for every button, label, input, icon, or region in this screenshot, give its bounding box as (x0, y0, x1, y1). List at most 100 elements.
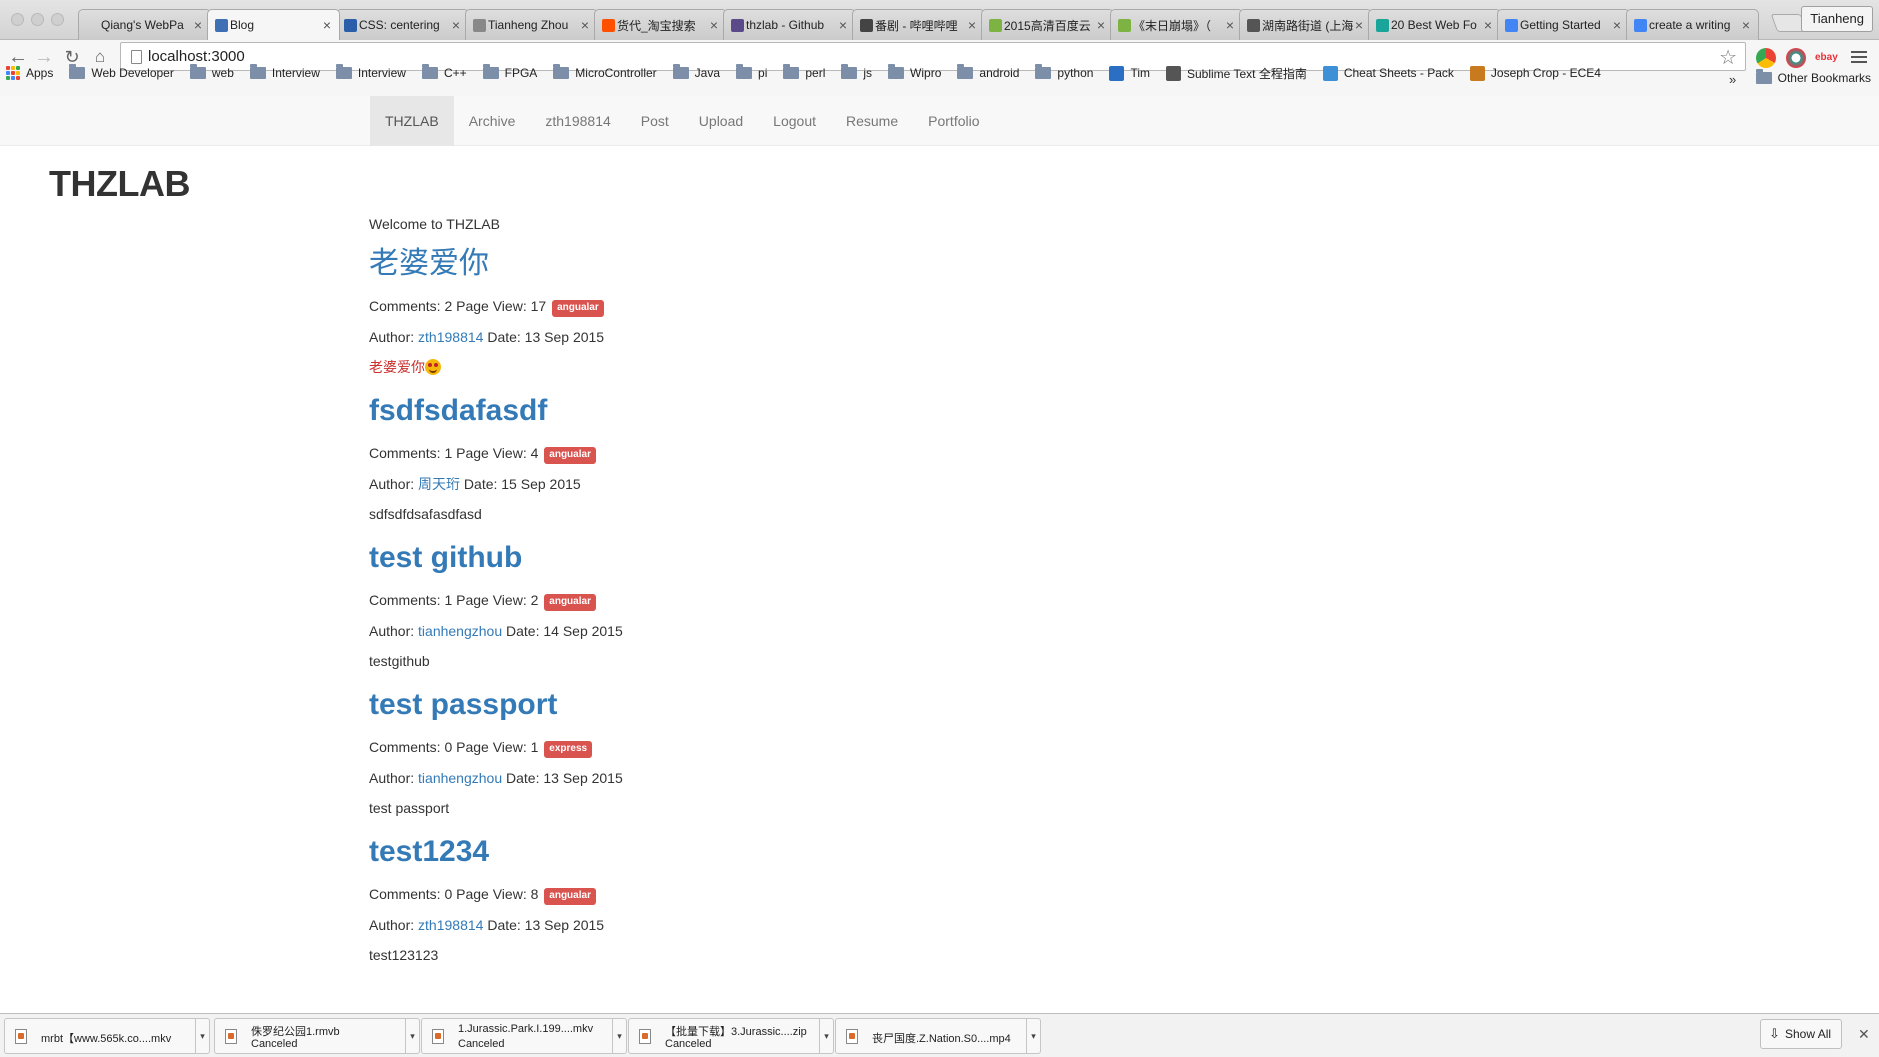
tag-badge[interactable]: angualar (544, 888, 596, 905)
post-title-link[interactable]: fsdfsdafasdf (369, 393, 1269, 429)
tab-close-icon[interactable]: × (192, 17, 204, 33)
chrome-extension-icon[interactable] (1756, 48, 1776, 68)
bookmark-folder[interactable]: Web Developer (69, 64, 174, 80)
tab-close-icon[interactable]: × (1611, 17, 1623, 33)
bookmark-folder[interactable]: pi (736, 64, 768, 80)
browser-tab[interactable]: 《末日崩塌》（ × (1110, 9, 1243, 40)
author-link[interactable]: zth198814 (418, 917, 483, 933)
nav-item-post[interactable]: Post (626, 96, 684, 146)
close-shelf-icon[interactable]: ✕ (1858, 1026, 1870, 1043)
download-item[interactable]: 丧尸国度.Z.Nation.S0....mp4 ▾ (835, 1018, 1041, 1054)
nav-item-archive[interactable]: Archive (454, 96, 531, 146)
download-menu-icon[interactable]: ▾ (405, 1019, 419, 1053)
post-title-link[interactable]: test1234 (369, 834, 1269, 870)
tab-close-icon[interactable]: × (966, 17, 978, 33)
chrome-menu-icon[interactable] (1851, 48, 1867, 66)
bookmark-apps[interactable]: Apps (6, 66, 53, 80)
bookmark-label: pi (758, 66, 768, 80)
show-all-downloads-button[interactable]: ⇩ Show All (1760, 1019, 1843, 1049)
download-menu-icon[interactable]: ▾ (612, 1019, 626, 1053)
download-item[interactable]: 【批量下载】3.Jurassic....zip Canceled ▾ (628, 1018, 834, 1054)
bookmark-folder[interactable]: Java (672, 64, 720, 80)
browser-tab[interactable]: create a writing × (1626, 9, 1759, 40)
bookmarks-overflow-icon[interactable]: » (1729, 72, 1736, 87)
tab-close-icon[interactable]: × (837, 17, 849, 33)
nav-item-logout[interactable]: Logout (758, 96, 831, 146)
download-menu-icon[interactable]: ▾ (819, 1019, 833, 1053)
bookmark-folder[interactable]: MicroController (553, 64, 657, 80)
browser-tab[interactable]: 番剧 - 哔哩哔哩 × (852, 9, 985, 40)
bookmark-joseph[interactable]: Joseph Crop - ECE4 (1469, 65, 1601, 81)
folder-icon (672, 64, 689, 79)
minimize-window-button[interactable] (31, 13, 44, 26)
tag-badge[interactable]: angualar (544, 594, 596, 611)
nav-item-thzlab[interactable]: THZLAB (370, 96, 454, 146)
download-item[interactable]: mrbt【www.565k.co....mkv ▾ (4, 1018, 210, 1054)
tab-close-icon[interactable]: × (579, 17, 591, 33)
nav-item-resume[interactable]: Resume (831, 96, 913, 146)
profile-button[interactable]: Tianheng (1801, 6, 1873, 32)
tab-close-icon[interactable]: × (1740, 17, 1752, 33)
bookmark-folder[interactable]: perl (783, 64, 825, 80)
close-window-button[interactable] (11, 13, 24, 26)
nav-item-upload[interactable]: Upload (684, 96, 758, 146)
author-link[interactable]: tianhengzhou (418, 770, 502, 786)
bookmark-folder[interactable]: Interview (335, 64, 406, 80)
s-icon (1118, 19, 1131, 32)
download-menu-icon[interactable]: ▾ (1026, 1019, 1040, 1053)
post-title-link[interactable]: test github (369, 540, 1269, 576)
bookmark-folder[interactable]: Interview (249, 64, 320, 80)
browser-tab[interactable]: Blog × (207, 9, 340, 40)
author-link[interactable]: tianhengzhou (418, 623, 502, 639)
browser-tab[interactable]: 20 Best Web Fo × (1368, 9, 1501, 40)
bookmark-folder[interactable]: FPGA (482, 64, 537, 80)
comment-count: Comments: 2 (369, 298, 453, 314)
browser-tab[interactable]: 湖南路街道 (上海 × (1239, 9, 1372, 40)
download-item[interactable]: 侏罗纪公园1.rmvb Canceled ▾ (214, 1018, 420, 1054)
browser-tab[interactable]: 货代_淘宝搜索 × (594, 9, 727, 40)
tab-close-icon[interactable]: × (1353, 17, 1365, 33)
author-link[interactable]: zth198814 (418, 329, 483, 345)
author-link[interactable]: 周天珩 (418, 476, 460, 492)
folder-icon (335, 64, 352, 79)
browser-tab[interactable]: Getting Started × (1497, 9, 1630, 40)
bookmark-folder[interactable]: Wipro (888, 64, 941, 80)
extension-icon[interactable] (1786, 48, 1806, 68)
tab-close-icon[interactable]: × (321, 17, 333, 33)
zoom-window-button[interactable] (51, 13, 64, 26)
tag-badge[interactable]: angualar (544, 447, 596, 464)
ebay-icon[interactable]: ebay (1815, 48, 1839, 68)
browser-tab[interactable]: Tianheng Zhou × (465, 9, 598, 40)
bookmark-folder[interactable]: js (841, 64, 872, 80)
site-brand[interactable]: THZLAB (49, 163, 190, 205)
browser-tab[interactable]: CSS: centering × (336, 9, 469, 40)
bookmark-cheat[interactable]: Cheat Sheets - Pack (1322, 65, 1454, 81)
post-stats: Comments: 1 Page View: 4 angualar (369, 443, 1269, 464)
bookmark-star-icon[interactable]: ☆ (1719, 45, 1737, 70)
bookmark-folder[interactable]: C++ (421, 64, 467, 80)
browser-tab[interactable]: 2015高清百度云 × (981, 9, 1114, 40)
download-menu-icon[interactable]: ▾ (195, 1019, 209, 1053)
nav-item-zth198814[interactable]: zth198814 (530, 96, 625, 146)
tag-badge[interactable]: angualar (552, 300, 604, 317)
tag-badge[interactable]: express (544, 741, 593, 758)
bookmark-label: Apps (26, 66, 54, 80)
tab-close-icon[interactable]: × (708, 17, 720, 33)
post-title-link[interactable]: 老婆爱你 (369, 246, 1269, 282)
bookmark-folder[interactable]: android (957, 64, 1019, 80)
download-arrow-icon: ⇩ (1769, 1026, 1780, 1041)
bookmark-folder[interactable]: python (1035, 64, 1093, 80)
bookmark-trello[interactable]: Tim (1109, 65, 1150, 81)
tab-close-icon[interactable]: × (1095, 17, 1107, 33)
tab-close-icon[interactable]: × (450, 17, 462, 33)
bookmark-sublime[interactable]: Sublime Text 全程指南 (1166, 65, 1307, 82)
browser-tab[interactable]: thzlab - Github × (723, 9, 856, 40)
bookmark-folder[interactable]: web (189, 64, 234, 80)
tab-close-icon[interactable]: × (1482, 17, 1494, 33)
download-item[interactable]: 1.Jurassic.Park.I.199....mkv Canceled ▾ (421, 1018, 627, 1054)
tab-close-icon[interactable]: × (1224, 17, 1236, 33)
nav-item-portfolio[interactable]: Portfolio (913, 96, 994, 146)
other-bookmarks[interactable]: Other Bookmarks (1755, 69, 1871, 85)
post-title-link[interactable]: test passport (369, 687, 1269, 723)
browser-tab[interactable]: Qiang's WebPa × (78, 9, 211, 40)
